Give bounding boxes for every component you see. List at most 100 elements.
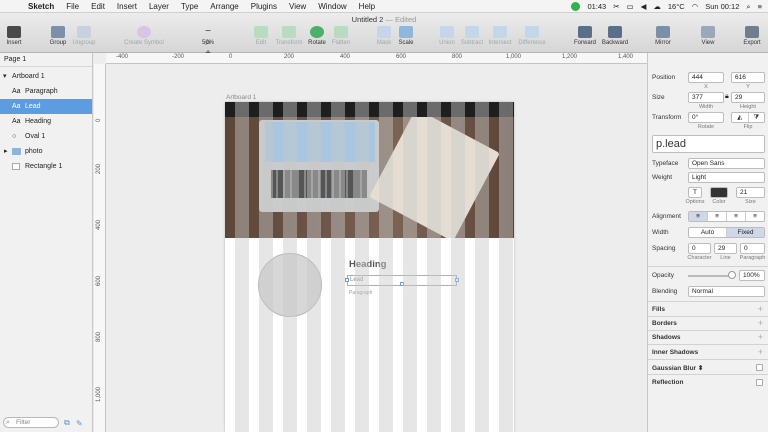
notifications-icon[interactable]: ≡ [758, 2, 762, 11]
character-spacing-field[interactable]: 0 [688, 243, 711, 254]
flip-vertical-icon[interactable]: ⧩ [749, 113, 765, 122]
menu-type[interactable]: Type [175, 2, 204, 11]
menu-window[interactable]: Window [312, 2, 352, 11]
create-symbol-button[interactable]: Create Symbol [121, 26, 167, 46]
blending-select[interactable]: Normal [688, 286, 765, 297]
text-color-well[interactable] [710, 187, 728, 198]
menu-sketch[interactable]: Sketch [22, 2, 60, 11]
weather-icon[interactable]: ☁ [653, 2, 661, 11]
menu-edit[interactable]: Edit [85, 2, 111, 11]
oval-shape[interactable] [258, 253, 322, 317]
rotate-field[interactable]: 0° [688, 112, 724, 123]
add-inner-shadow-icon[interactable]: + [758, 347, 763, 357]
opacity-slider-knob[interactable] [728, 271, 736, 279]
paragraph-text[interactable]: Paragraph [349, 290, 372, 296]
artboard-label[interactable]: Artboard 1 [226, 94, 256, 101]
lead-text-selected[interactable]: Lead [345, 275, 459, 286]
opacity-slider[interactable] [688, 275, 732, 277]
font-size-field[interactable]: 21 [736, 187, 765, 198]
filter-input[interactable]: Filter [3, 417, 59, 428]
page-selector[interactable]: Page 1 [0, 53, 92, 67]
alignment-control[interactable]: ≡ ≡ ≡ ≡ [688, 211, 765, 222]
layer-rectangle[interactable]: Rectangle 1 [0, 159, 92, 174]
add-fill-icon[interactable]: + [758, 304, 763, 314]
volume-icon[interactable]: ◀ [641, 2, 647, 11]
difference-button[interactable]: Difference [510, 26, 554, 46]
lock-ratio-icon[interactable]: 🔒︎ [725, 93, 729, 101]
reflection-checkbox[interactable] [756, 379, 763, 386]
add-shadow-icon[interactable]: + [758, 332, 763, 342]
wifi-icon[interactable]: ◠ [692, 2, 699, 11]
width-field[interactable]: 377 [688, 92, 724, 103]
scissors-icon[interactable]: ✂ [613, 2, 619, 11]
menu-insert[interactable]: Insert [111, 2, 143, 11]
align-center-icon[interactable]: ≡ [708, 212, 727, 221]
timer-icon[interactable] [571, 2, 581, 11]
artboard[interactable]: Heading Lead Paragraph [225, 102, 514, 432]
flatten-button[interactable]: Flatten [319, 26, 363, 46]
auto-width-option[interactable]: Auto [689, 228, 727, 237]
scale-button[interactable]: Scale [384, 26, 428, 46]
mirror-button[interactable]: Mirror [641, 26, 685, 46]
disclosure-triangle-icon[interactable]: ▾ [3, 69, 7, 84]
layer-artboard[interactable]: ▾ Artboard 1 [0, 69, 92, 84]
disclosure-triangle-icon[interactable]: ▸ [4, 144, 8, 159]
flip-horizontal-icon[interactable]: ◭ [732, 113, 749, 122]
zoom-control[interactable]: − ⌕ + 50% [186, 26, 230, 59]
line-height-field[interactable]: 29 [714, 243, 737, 254]
layer-photo[interactable]: ▸ photo [0, 144, 92, 159]
text-style-field[interactable]: p.lead [652, 135, 765, 153]
align-justify-icon[interactable]: ≡ [746, 212, 764, 221]
gaussian-blur-checkbox[interactable] [756, 364, 763, 371]
backward-button[interactable]: Backward [593, 26, 637, 46]
export-button[interactable]: Export [730, 26, 768, 46]
opacity-field[interactable]: 100% [739, 270, 765, 281]
header-band[interactable] [225, 102, 514, 117]
typeface-field[interactable]: Open Sans [688, 158, 765, 169]
weight-select[interactable]: Light [688, 172, 765, 183]
align-left-icon[interactable]: ≡ [689, 212, 708, 221]
layer-lead[interactable]: Aa Lead [0, 99, 92, 114]
canvas[interactable]: -400 -200 0 200 400 600 800 1,000 1,200 … [94, 53, 647, 432]
reflection-section[interactable]: Reflection [652, 379, 683, 386]
resize-handle[interactable] [455, 278, 459, 282]
text-options-button[interactable]: T [688, 187, 702, 198]
layer-oval[interactable]: ○ Oval 1 [0, 129, 92, 144]
layer-paragraph[interactable]: Aa Paragraph [0, 84, 92, 99]
x-field[interactable]: 444 [688, 72, 724, 83]
menu-plugins[interactable]: Plugins [245, 2, 283, 11]
shadows-section[interactable]: Shadows [652, 334, 681, 341]
view-button[interactable]: View [686, 26, 730, 46]
fills-section[interactable]: Fills [652, 306, 665, 313]
photo-layer[interactable] [225, 117, 514, 238]
spotlight-icon[interactable]: ⌕ [746, 2, 750, 12]
new-page-icon[interactable]: ⧉ [64, 418, 70, 428]
clock[interactable]: Sun 00:12 [705, 2, 739, 11]
resize-handle[interactable] [400, 282, 404, 286]
width-mode-control[interactable]: Auto Fixed [688, 227, 765, 238]
flip-control[interactable]: ◭ ⧩ [731, 112, 765, 123]
fixed-width-option[interactable]: Fixed [727, 228, 764, 237]
inner-shadows-section[interactable]: Inner Shadows [652, 349, 698, 356]
menu-file[interactable]: File [60, 2, 85, 11]
layer-heading[interactable]: Aa Heading [0, 114, 92, 129]
menu-layer[interactable]: Layer [143, 2, 175, 11]
menu-help[interactable]: Help [353, 2, 381, 11]
align-right-icon[interactable]: ≡ [727, 212, 746, 221]
height-field[interactable]: 29 [731, 92, 765, 103]
insert-button[interactable]: Insert [0, 26, 36, 46]
battery-icon[interactable]: ▭ [627, 2, 634, 11]
paragraph-spacing-field[interactable]: 0 [740, 243, 765, 254]
resize-handle[interactable] [345, 278, 349, 282]
heading-text[interactable]: Heading [349, 259, 386, 270]
y-field[interactable]: 616 [731, 72, 765, 83]
pen-icon[interactable]: ✎ [76, 419, 83, 428]
add-border-icon[interactable]: + [758, 318, 763, 328]
menu-arrange[interactable]: Arrange [204, 2, 244, 11]
horizontal-ruler[interactable]: -400 -200 0 200 400 600 800 1,000 1,200 … [106, 53, 647, 64]
menu-view[interactable]: View [283, 2, 312, 11]
vertical-ruler[interactable]: 0 200 400 600 800 1,000 [94, 64, 106, 432]
borders-section[interactable]: Borders [652, 320, 677, 327]
gaussian-blur-section[interactable]: Gaussian Blur ⬍ [652, 364, 703, 372]
ungroup-button[interactable]: Ungroup [62, 26, 106, 46]
